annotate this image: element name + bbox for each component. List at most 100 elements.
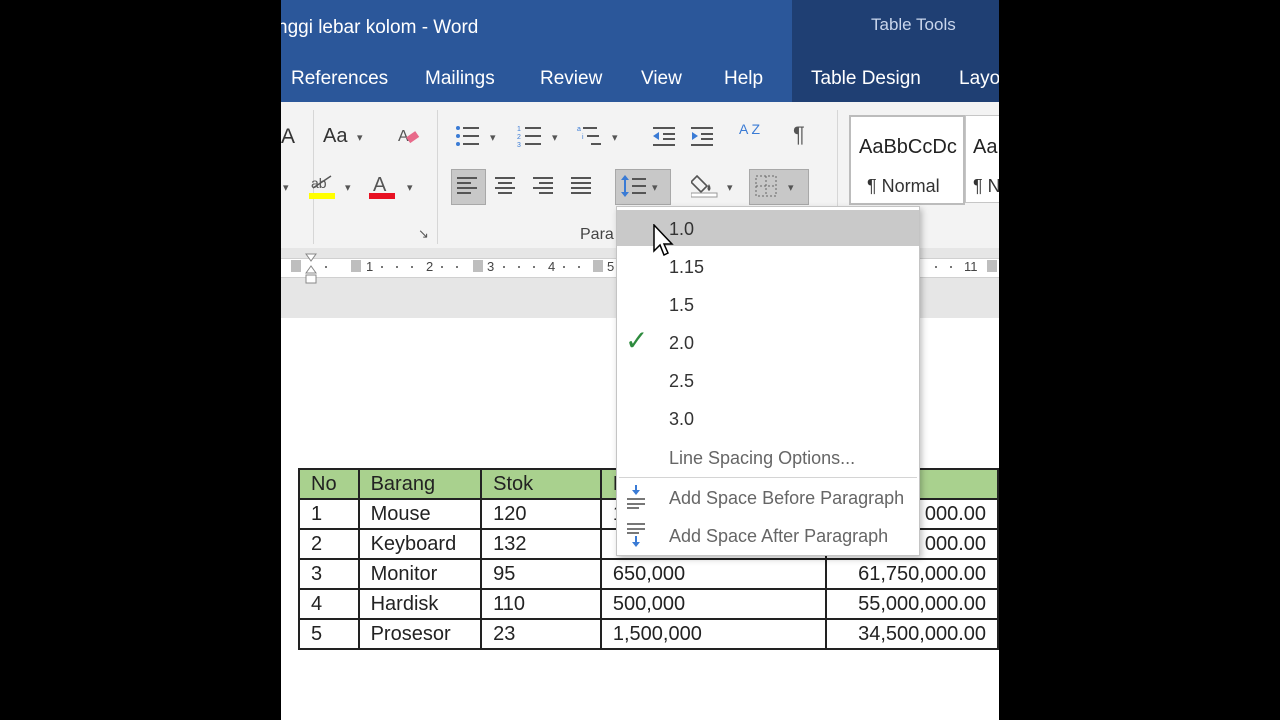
table-row: 5 Prosesor 23 1,500,000 34,500,000.00 [298,618,999,650]
table-cell[interactable]: 132 [480,528,602,560]
pilcrow-label: ¶ [793,122,805,147]
table-cell[interactable]: Keyboard [357,528,483,560]
chevron-down-icon[interactable]: ▾ [552,131,558,144]
table-cell[interactable]: Hardisk [357,588,483,620]
clear-formatting-icon[interactable]: A [396,124,420,152]
table-cell[interactable]: 3 [298,558,360,590]
table-header-cell[interactable]: Barang [357,468,483,500]
ruler-number: 5 [607,259,615,274]
numbering-icon[interactable]: 123 [517,124,543,152]
mouse-cursor-icon [653,224,674,257]
table-cell[interactable]: 1 [298,498,360,530]
menu-item-2-0[interactable]: ✓ 2.0 [617,324,919,360]
table-header-cell[interactable]: Stok [480,468,602,500]
table-cell[interactable]: 4 [298,588,360,620]
table-cell[interactable]: 23 [480,618,602,650]
menu-item-line-spacing-options[interactable]: Line Spacing Options... [617,439,919,475]
chevron-down-icon[interactable]: ▾ [612,131,618,144]
chevron-down-icon[interactable]: ▾ [407,181,413,194]
paragraph-group-label: Para [580,226,614,243]
table-cell[interactable]: 120 [480,498,602,530]
ruler-tick [381,266,383,268]
table-cell[interactable]: 110 [480,588,602,620]
dialog-launcher-icon[interactable]: ↘ [418,226,429,242]
grow-font-icon[interactable]: A [281,126,295,147]
chevron-down-icon[interactable]: ▾ [727,181,733,194]
tab-table-design[interactable]: Table Design [811,68,921,90]
borders-icon [755,175,779,201]
chevron-down-icon[interactable]: ▾ [345,181,351,194]
line-spacing-icon [621,175,647,201]
tab-layout[interactable]: Layo [959,68,999,90]
menu-item-add-space-after[interactable]: Add Space After Paragraph [617,517,919,553]
menu-item-label: 1.5 [669,295,695,315]
table-cell[interactable]: 650,000 [599,558,827,590]
table-cell[interactable]: 5 [298,618,360,650]
grow-font-label: A [281,125,296,148]
align-left-icon [457,176,479,200]
svg-text:a: a [577,126,581,133]
tab-help[interactable]: Help [724,68,763,90]
justify-icon[interactable] [571,176,593,200]
table-cell[interactable]: 2 [298,528,360,560]
ruler-number: 2 [426,259,434,274]
table-cell[interactable]: 34,500,000.00 [824,618,999,650]
indent-marker-icon[interactable] [305,253,317,285]
table-cell[interactable]: Monitor [357,558,483,590]
change-case-label: Aa [323,125,348,147]
chevron-down-icon[interactable]: ▾ [490,131,496,144]
multilevel-list-icon[interactable]: ai [577,124,603,152]
tab-review[interactable]: Review [540,68,602,90]
menu-item-3-0[interactable]: 3.0 [617,400,919,436]
ruler-tick [578,266,580,268]
style-name: ¶ Normal [867,176,940,196]
ruler-tick [518,266,520,268]
font-color-button[interactable]: A [369,172,397,204]
column-marker[interactable] [987,260,997,272]
sort-label: A Z [739,121,761,137]
table-row: 3 Monitor 95 650,000 61,750,000.00 [298,558,999,590]
svg-text:3: 3 [517,142,521,148]
shading-icon[interactable] [689,172,719,202]
table-cell[interactable]: Mouse [357,498,483,530]
ruler-number: 11 [964,259,978,274]
menu-item-label: Add Space After Paragraph [669,526,889,546]
bullets-icon[interactable] [455,124,481,152]
space-before-icon [627,485,645,509]
text-highlight-button[interactable]: ab [309,172,337,204]
document-title: nggi lebar kolom - Word [281,17,479,38]
decrease-indent-icon[interactable] [651,124,677,152]
column-marker[interactable] [291,260,301,272]
tab-view[interactable]: View [641,68,682,90]
menu-item-1-5[interactable]: 1.5 [617,286,919,322]
style-sample: Aa [973,136,998,158]
svg-text:i: i [582,134,584,141]
increase-indent-icon[interactable] [689,124,715,152]
tab-references[interactable]: References [291,68,388,90]
column-marker[interactable] [351,260,361,272]
change-case-button[interactable]: Aa [323,126,347,146]
align-right-icon[interactable] [533,176,555,200]
column-marker[interactable] [473,260,483,272]
table-cell[interactable]: 55,000,000.00 [824,588,999,620]
chevron-down-icon[interactable]: ▾ [283,181,289,194]
checkmark-icon: ✓ [625,325,649,356]
menu-item-2-5[interactable]: 2.5 [617,362,919,398]
style-name: ¶ N [973,176,999,196]
table-cell[interactable]: 1,500,000 [599,618,827,650]
show-formatting-marks-icon[interactable]: ¶ [793,124,805,146]
table-cell[interactable]: 95 [480,558,602,590]
menu-item-label: Add Space Before Paragraph [669,488,905,508]
svg-text:A: A [398,128,409,145]
sort-icon[interactable]: A Z [739,122,760,136]
align-center-icon[interactable] [495,176,517,200]
table-header-cell[interactable]: No [298,468,360,500]
table-cell[interactable]: 61,750,000.00 [824,558,999,590]
tab-mailings[interactable]: Mailings [425,68,495,90]
table-cell[interactable]: 500,000 [599,588,827,620]
column-marker[interactable] [593,260,603,272]
space-after-icon [627,523,645,547]
table-cell[interactable]: Prosesor [357,618,483,650]
chevron-down-icon[interactable]: ▾ [357,131,363,144]
menu-item-add-space-before[interactable]: Add Space Before Paragraph [617,479,919,515]
